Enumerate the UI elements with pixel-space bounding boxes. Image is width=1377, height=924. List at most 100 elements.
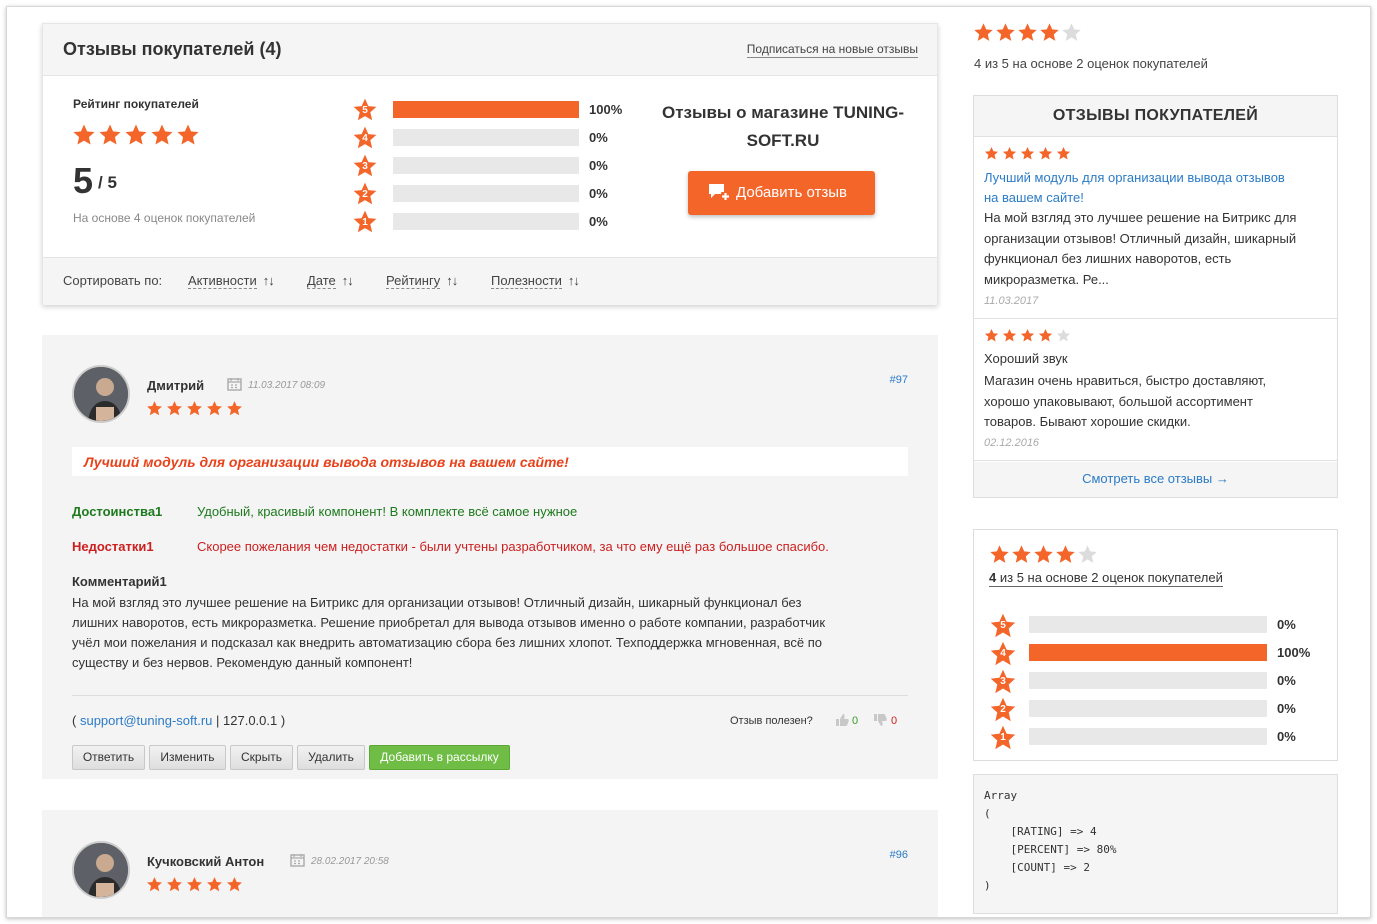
reply-button[interactable]: Ответить bbox=[72, 745, 145, 770]
star-filled-icon bbox=[1033, 544, 1054, 565]
rating-bar bbox=[393, 101, 579, 118]
star-icon bbox=[990, 545, 1009, 563]
star-icon bbox=[1038, 328, 1053, 342]
rating-label: Рейтинг покупателей bbox=[73, 97, 199, 111]
sort-usefulness-label: Полезности bbox=[491, 273, 562, 289]
review-permalink[interactable]: #96 bbox=[890, 849, 908, 861]
star-filled-icon bbox=[150, 123, 174, 147]
star-icon bbox=[207, 401, 222, 416]
star-filled-icon bbox=[1020, 328, 1035, 343]
sort-arrows-icon: ↑↓ bbox=[262, 273, 275, 288]
rating-percent: 0% bbox=[1277, 701, 1296, 716]
star-icon bbox=[99, 124, 121, 145]
comment-line: существу и без нервов. Рекомендую данный… bbox=[72, 655, 413, 670]
star-icon bbox=[1056, 545, 1075, 563]
edit-button[interactable]: Изменить bbox=[149, 745, 226, 770]
sort-bar: Сортировать по: Активности ↑↓ Дате ↑↓ Рейт… bbox=[43, 257, 937, 305]
review-author: Дмитрий bbox=[147, 378, 205, 393]
dislikes-count: 0 bbox=[891, 715, 898, 727]
rating-bar bbox=[393, 157, 579, 174]
rating-level-number: 5 bbox=[362, 104, 368, 116]
sidebar-review-line: функционал без лишних наворотов, есть bbox=[984, 251, 1232, 266]
rating-percent: 0% bbox=[589, 158, 608, 173]
sort-arrows-icon: ↑↓ bbox=[341, 273, 354, 288]
rating-level-number: 2 bbox=[1000, 704, 1006, 716]
rating-level-star-icon: 4 bbox=[352, 125, 378, 151]
star-filled-icon bbox=[1002, 328, 1017, 343]
email-link[interactable]: support@tuning-soft.ru bbox=[80, 713, 212, 728]
contact-open: ( bbox=[72, 713, 77, 728]
sort-by-rating[interactable]: Рейтингу ↑↓ bbox=[386, 273, 458, 289]
star-icon bbox=[1078, 545, 1097, 563]
star-icon bbox=[167, 877, 182, 892]
sidebar-review-text: Магазин очень нравиться, быстро доставля… bbox=[984, 371, 1266, 433]
subscribe-link[interactable]: Подписаться на новые отзывы bbox=[746, 42, 918, 58]
review-date: 28.02.2017 20:58 bbox=[311, 856, 389, 867]
star-filled-icon bbox=[146, 876, 163, 893]
thumbs-down-icon[interactable] bbox=[873, 713, 887, 727]
star-empty-icon bbox=[1056, 328, 1071, 343]
rating-level-number: 3 bbox=[1000, 676, 1006, 688]
star-icon bbox=[1020, 328, 1035, 342]
pros-text: Удобный, красивый компонент! В комплекте… bbox=[197, 504, 578, 519]
sidebar-review-title[interactable]: Лучший модуль для организации вывода отз… bbox=[984, 168, 1285, 208]
sidebar-review-line: микроразметка. Ре... bbox=[984, 271, 1109, 287]
sort-by-usefulness[interactable]: Полезности ↑↓ bbox=[491, 273, 580, 289]
star-icon bbox=[1002, 146, 1017, 160]
star-icon bbox=[1012, 545, 1031, 563]
shop-title-line-2: SOFT.RU bbox=[746, 131, 820, 150]
rating-level-star-icon: 3 bbox=[989, 668, 1017, 696]
rating-percent: 0% bbox=[1277, 673, 1296, 688]
add-review-button[interactable]: Добавить отзыв bbox=[688, 171, 875, 215]
star-icon bbox=[1018, 23, 1037, 41]
star-filled-icon bbox=[206, 400, 223, 417]
star-icon bbox=[1038, 146, 1053, 160]
sidebar-reviews-box: ОТЗЫВЫ ПОКУПАТЕЛЕЙ Лучший модуль для орг… bbox=[973, 95, 1338, 498]
summary-title: Отзывы покупателей (4) bbox=[63, 39, 282, 59]
review-author: Кучковский Антон bbox=[147, 854, 265, 869]
rating-of: / 5 bbox=[98, 173, 117, 192]
rating-percent: 0% bbox=[589, 186, 608, 201]
sort-by-date[interactable]: Дате ↑↓ bbox=[307, 273, 354, 289]
sidebar-reviews-title: ОТЗЫВЫ ПОКУПАТЕЛЕЙ bbox=[974, 96, 1337, 137]
code-line: ) bbox=[984, 879, 991, 892]
shop-title-line-1: Отзывы о магазине TUNING- bbox=[661, 103, 905, 122]
delete-button[interactable]: Удалить bbox=[297, 745, 365, 770]
rating-bar bbox=[1029, 672, 1267, 689]
star-filled-icon bbox=[984, 328, 999, 343]
rating-bar-fill bbox=[393, 101, 579, 118]
user-photo-icon bbox=[74, 367, 128, 421]
comment-line: На мой взгляд это лучшее решение на Битр… bbox=[72, 595, 802, 610]
helpful-label: Отзыв полезен? bbox=[730, 715, 813, 727]
rating-percent: 100% bbox=[589, 102, 623, 117]
rating-value: 5 bbox=[73, 160, 94, 201]
sidebar-review-text: На мой взгляд это лучшее решение на Битр… bbox=[984, 208, 1296, 290]
sort-rating-label: Рейтингу bbox=[386, 273, 441, 289]
see-all-reviews-link[interactable]: Смотреть все отзывы → bbox=[1082, 471, 1229, 486]
rating-bar bbox=[1029, 728, 1267, 745]
star-filled-icon bbox=[226, 400, 243, 417]
cons-text: Скорее пожелания чем недостатки - были у… bbox=[197, 539, 829, 554]
sidebar-top-stars bbox=[973, 22, 1083, 43]
sidebar-review-title-line: на вашем сайте! bbox=[984, 190, 1084, 205]
sort-by-activity[interactable]: Активности ↑↓ bbox=[188, 273, 275, 289]
star-filled-icon bbox=[1020, 146, 1035, 161]
sidebar-review-line: товаров. Бывают хорошие скидки. bbox=[984, 414, 1191, 429]
review-permalink[interactable]: #97 bbox=[890, 374, 908, 386]
thumbs-up-icon[interactable] bbox=[835, 713, 849, 727]
rating-percent: 100% bbox=[1277, 645, 1311, 660]
add-to-mailing-button[interactable]: Добавить в рассылку bbox=[369, 745, 510, 770]
hide-button[interactable]: Скрыть bbox=[230, 745, 293, 770]
review-title: Лучший модуль для организации вывода отз… bbox=[72, 447, 908, 476]
rating-bar bbox=[1029, 700, 1267, 717]
add-comment-icon bbox=[709, 184, 730, 201]
rating-widget: 4 из 5 на основе 2 оценок покупателей 5 0… bbox=[973, 529, 1338, 761]
rating-bar bbox=[1029, 644, 1267, 661]
sidebar-review-item: Хороший звук Магазин очень нравиться, бы… bbox=[974, 320, 1337, 461]
sidebar-review-item: Лучший модуль для организации вывода отз… bbox=[974, 138, 1337, 319]
widget-summary: 4 из 5 на основе 2 оценок покупателей bbox=[989, 570, 1223, 587]
likes-count: 0 bbox=[852, 715, 859, 727]
code-line: [RATING] => 4 bbox=[984, 825, 1097, 838]
see-all-reviews-bar: Смотреть все отзывы → bbox=[974, 462, 1337, 497]
star-icon bbox=[167, 401, 182, 416]
